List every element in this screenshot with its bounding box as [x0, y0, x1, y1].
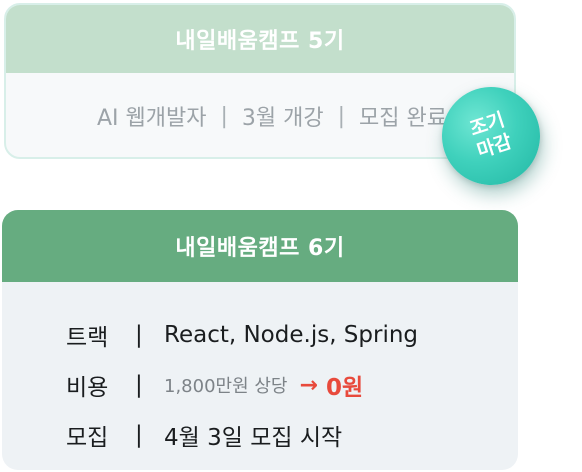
separator: | — [135, 372, 143, 398]
track-row: 트랙 | React, Node.js, Spring — [2, 310, 518, 360]
separator: | — [337, 103, 346, 129]
cohort-5-title: 내일배움캠프 5기 — [6, 5, 514, 73]
cost-value: 1,800만원 상당 → 0원 — [164, 368, 363, 402]
cost-label: 비용 — [66, 375, 109, 401]
cohort-5-track: AI 웹개발자 — [96, 106, 207, 131]
track-label: 트랙 — [66, 325, 109, 351]
recruit-value: 4월 3일 모집 시작 — [164, 425, 343, 451]
discounted-price: 0원 — [325, 375, 364, 401]
bootcamp-cohort-panel: 내일배움캠프 5기 AI 웹개발자 | 3월 개강 | 모집 완료 조기 마감 … — [0, 0, 582, 472]
cohort-6-title: 내일배움캠프 6기 — [2, 210, 518, 282]
separator: | — [220, 103, 228, 129]
separator: | — [135, 322, 143, 348]
cohort-6-card: 내일배움캠프 6기 트랙 | React, Node.js, Spring 비용… — [2, 210, 518, 470]
recruit-row: 모집 | 4월 3일 모집 시작 — [2, 410, 518, 460]
cost-row: 비용 | 1,800만원 상당 → 0원 — [2, 360, 518, 410]
cohort-5-start: 3월 개강 — [241, 106, 324, 131]
arrow-right-icon: → — [299, 372, 318, 398]
separator: | — [135, 422, 143, 448]
original-price: 1,800만원 상당 — [164, 376, 288, 397]
track-value: React, Node.js, Spring — [164, 322, 419, 348]
cohort-5-card: 내일배움캠프 5기 AI 웹개발자 | 3월 개강 | 모집 완료 — [4, 3, 516, 159]
cohort-5-status: 모집 완료 — [359, 106, 448, 131]
cohort-6-details: 트랙 | React, Node.js, Spring 비용 | 1,800만원… — [2, 282, 518, 460]
recruit-label: 모집 — [66, 425, 109, 451]
cohort-5-info: AI 웹개발자 | 3월 개강 | 모집 완료 — [6, 73, 514, 157]
